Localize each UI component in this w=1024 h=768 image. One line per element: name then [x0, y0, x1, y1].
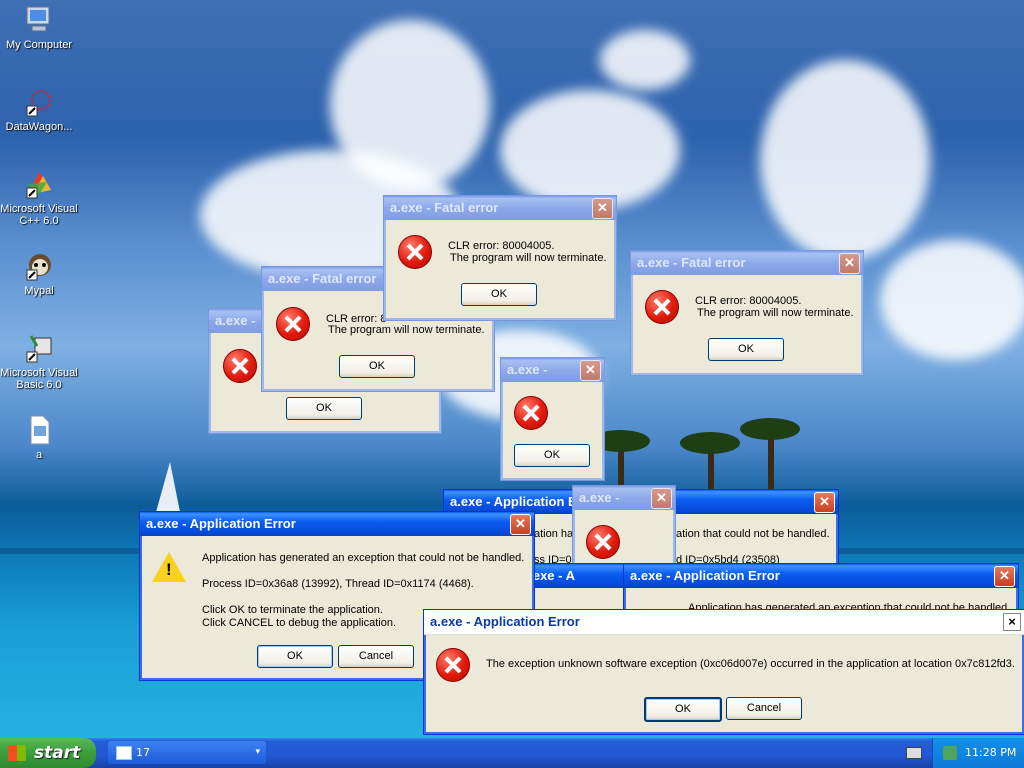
exe-file-icon: [30, 415, 50, 445]
dialog-title: a.exe - Application Error: [630, 568, 780, 583]
dialog-titlebar[interactable]: a.exe - Application Error ×: [424, 610, 1024, 635]
ok-button[interactable]: OK: [339, 355, 415, 378]
close-icon[interactable]: ✕: [510, 514, 531, 535]
desktop-icon-visual-cpp[interactable]: Microsoft Visual C++ 6.0: [0, 168, 78, 227]
warning-icon: !: [152, 552, 186, 582]
visual-cpp-icon: [26, 172, 51, 199]
error-icon: [436, 648, 470, 682]
datawagon-icon: [26, 89, 52, 117]
close-icon[interactable]: ✕: [580, 360, 601, 381]
dialog-title: a.exe -: [507, 362, 548, 377]
network-icon[interactable]: [943, 746, 957, 760]
desktop-icon-label: DataWagon...: [5, 121, 73, 133]
app-error-message-line1: ation ha: [534, 528, 574, 540]
taskbar: start 17 ▾ 11:28 PM: [0, 738, 1024, 768]
taskbar-group-label: 17: [136, 746, 150, 759]
fatal-error-dialog-3[interactable]: a.exe - Fatal error ✕ CLR error: 8000400…: [383, 195, 617, 321]
ok-button[interactable]: OK: [708, 338, 784, 361]
close-icon[interactable]: ✕: [994, 566, 1015, 587]
ok-button[interactable]: OK: [257, 645, 333, 668]
cancel-button[interactable]: Cancel: [726, 697, 802, 720]
dialog-title: a.exe - Fatal error: [390, 200, 499, 215]
ok-button[interactable]: OK: [286, 397, 362, 420]
error-icon: [398, 235, 432, 269]
dialog-titlebar[interactable]: a.exe - Fatal error ✕: [384, 196, 616, 220]
exception-dialog[interactable]: a.exe - Application Error × The exceptio…: [423, 609, 1024, 735]
dialog-titlebar[interactable]: a.exe - Application Error ✕: [624, 564, 1018, 588]
sailboat: [156, 462, 180, 512]
app-error-message-line1b: ation that could not be handled.: [676, 528, 830, 540]
fatal-error-dialog-4[interactable]: a.exe - Fatal error ✕ CLR error: 8000400…: [630, 250, 864, 376]
cancel-button[interactable]: Cancel: [338, 645, 414, 668]
taskbar-group-button[interactable]: 17 ▾: [108, 741, 266, 764]
app-error-message-line3: Click OK to terminate the application.: [202, 604, 383, 616]
desktop-icon-mypal[interactable]: Mypal: [0, 250, 78, 297]
start-button[interactable]: start: [0, 738, 96, 768]
dialog-title: a.exe - Fatal error: [268, 271, 377, 286]
app-error-message-line4: Click CANCEL to debug the application.: [202, 617, 397, 629]
desktop-icon-visual-basic[interactable]: Microsoft Visual Basic 6.0: [0, 332, 78, 391]
dialog-title: a.exe - Application E: [450, 494, 577, 509]
error-icon: [276, 307, 310, 341]
desktop-icon-label: a: [35, 449, 43, 461]
desktop-icon-a[interactable]: a: [0, 414, 78, 461]
ok-button[interactable]: OK: [644, 697, 722, 722]
system-tray: 11:28 PM: [932, 738, 1024, 768]
visual-basic-icon: [26, 335, 52, 363]
desktop-icon-my-computer[interactable]: My Computer: [0, 4, 78, 51]
dialog-title: a.exe -: [215, 313, 256, 328]
error-icon: [223, 349, 257, 383]
error-message-line2: The program will now terminate.: [697, 307, 854, 319]
close-icon[interactable]: ×: [1003, 613, 1021, 631]
close-icon[interactable]: ✕: [592, 198, 613, 219]
ok-button[interactable]: OK: [461, 283, 537, 306]
start-label: start: [34, 743, 81, 763]
dialog-title: a.exe - Application Error: [146, 516, 296, 531]
close-icon[interactable]: ✕: [651, 488, 672, 509]
computer-icon: [26, 6, 50, 32]
desktop-icon-label: Microsoft Visual C++ 6.0: [0, 203, 78, 227]
error-icon: [514, 396, 548, 430]
error-message-line2: The program will now terminate.: [450, 252, 607, 264]
dialog-title: a.exe -: [579, 490, 620, 505]
keyboard-icon[interactable]: [906, 747, 922, 759]
desktop-icon-datawagon[interactable]: DataWagon...: [0, 86, 78, 133]
clock[interactable]: 11:28 PM: [965, 738, 1016, 768]
app-error-message-line2: Process ID=0x36a8 (13992), Thread ID=0x1…: [202, 578, 474, 590]
error-message-line2: The program will now terminate.: [328, 324, 485, 336]
small-error-dialog-1[interactable]: a.exe - ✕ OK: [500, 357, 605, 481]
error-icon: [586, 525, 620, 559]
dialog-titlebar[interactable]: a.exe - Fatal error ✕: [631, 251, 863, 275]
dialog-titlebar[interactable]: a.exe - ✕: [573, 486, 675, 510]
error-icon: [645, 290, 679, 324]
mypal-icon: [26, 254, 51, 281]
exception-message: The exception unknown software exception…: [486, 658, 1015, 670]
app-error-message-line1: Application has generated an exception t…: [202, 552, 525, 564]
chevron-down-icon: ▾: [255, 747, 260, 757]
windows-logo-icon: [8, 745, 26, 761]
desktop-icon-label: My Computer: [5, 39, 73, 51]
dialog-title: a.exe - Fatal error: [637, 255, 746, 270]
desktop-icon-label: Mypal: [24, 285, 54, 297]
dialog-title: a.exe - Application Error: [430, 614, 580, 629]
close-icon[interactable]: ✕: [839, 253, 860, 274]
dialog-titlebar[interactable]: a.exe - Application Error ✕: [140, 512, 534, 536]
close-icon[interactable]: ✕: [814, 492, 835, 513]
window-group-icon: [116, 746, 132, 760]
dialog-titlebar[interactable]: a.exe - ✕: [501, 358, 604, 382]
ok-button[interactable]: OK: [514, 444, 590, 467]
desktop-icon-label: Microsoft Visual Basic 6.0: [0, 367, 78, 391]
